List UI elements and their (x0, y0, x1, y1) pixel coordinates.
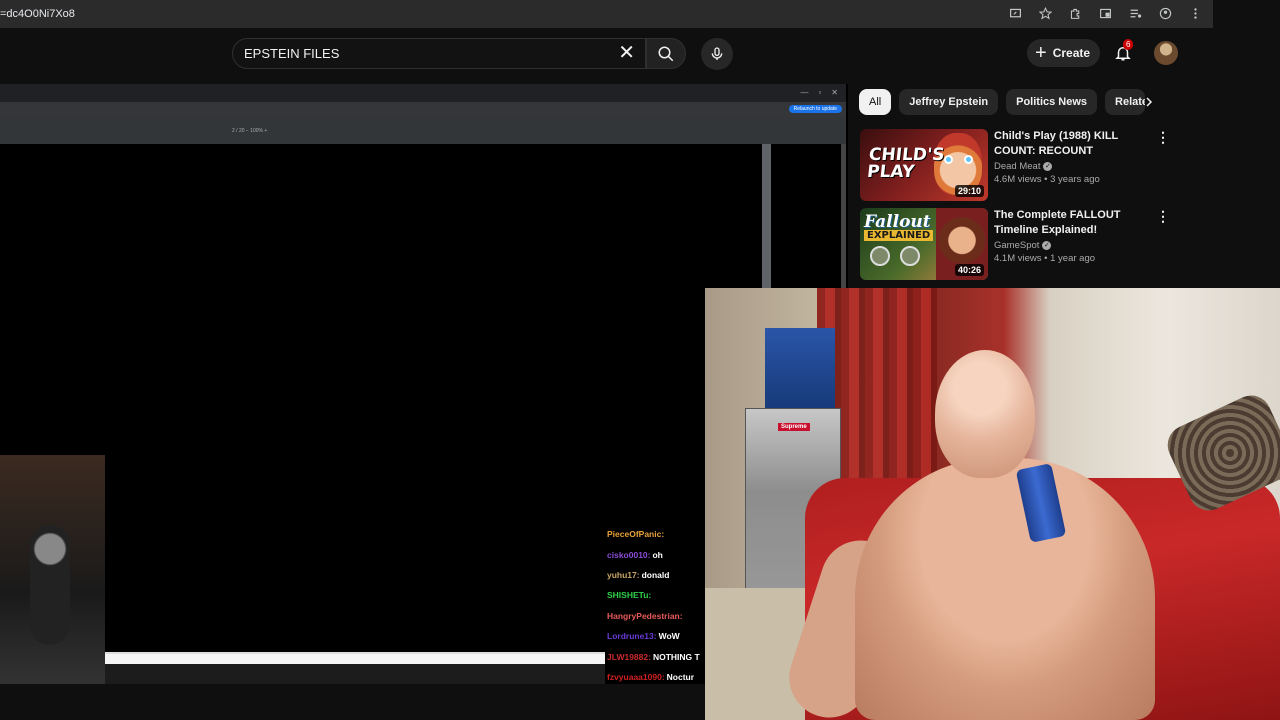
video-stats: 4.6M views • 3 years ago (994, 174, 1100, 185)
verified-check-icon: ✓ (1043, 162, 1053, 171)
pdf-page-dark (771, 144, 846, 288)
webcam-person-torso (855, 458, 1155, 720)
screen: =dc4O0Ni7Xo8 EPSTEIN FILES ✕ + Create 6 … (0, 0, 1280, 720)
list-item[interactable]: Fallout EXPLAINED 40:26 The Complete FAL… (860, 208, 1180, 282)
chat-username: fzvyuaaa1090: (607, 671, 665, 682)
more-vert-icon[interactable]: ⋮ (1156, 129, 1170, 146)
webcam-person-head (935, 350, 1035, 478)
video-thumbnail[interactable]: CHILD'S PLAY 29:10 (860, 129, 988, 201)
chat-text: WoW (658, 631, 680, 642)
bottom-strip (0, 684, 705, 720)
chat-message: yuhu17: donald (605, 565, 705, 585)
video-stats: 4.1M views • 1 year ago (994, 253, 1096, 264)
microphone-icon (30, 525, 70, 645)
notifications-button[interactable]: 6 (1112, 39, 1134, 64)
verified-check-icon: ✓ (1042, 241, 1052, 250)
chat-message: Lordrune13: WoW (605, 626, 705, 646)
close-icon[interactable]: ✕ (618, 43, 635, 63)
video-meta: The Complete FALLOUT Timeline Explained!… (994, 208, 1154, 264)
chat-text: Noctur (666, 671, 695, 682)
video-thumbnail[interactable]: Fallout EXPLAINED 40:26 (860, 208, 988, 280)
chip-jeffrey-epstein[interactable]: Jeffrey Epstein (899, 89, 999, 115)
create-label: Create (1052, 46, 1091, 60)
plus-icon: + (1035, 42, 1047, 64)
search-query[interactable]: EPSTEIN FILES (233, 46, 339, 61)
voice-search-button[interactable] (701, 38, 733, 70)
search-input[interactable]: EPSTEIN FILES ✕ (232, 38, 646, 69)
video-title[interactable]: Child's Play (1988) KILL COUNT: RECOUNT (994, 129, 1154, 159)
chat-username: JLW19882: (607, 651, 651, 662)
thumbnail-title-text: Fallout (864, 212, 931, 232)
browser-address-bar[interactable]: =dc4O0Ni7Xo8 (0, 0, 1213, 28)
media-control-icon[interactable] (1127, 5, 1143, 21)
avatar[interactable] (1154, 41, 1178, 65)
browser-menu-icon[interactable] (1187, 5, 1203, 21)
thumbnail-orb (870, 246, 890, 266)
pdf-toolbar: 2 / 20 − 100% + (0, 118, 846, 144)
chat-message: cisko0010: oh (605, 544, 705, 564)
create-button[interactable]: + Create (1027, 39, 1100, 67)
chat-username: Lordrune13: (607, 631, 657, 642)
captured-window-titlebar: — ▫ ✕ (0, 84, 846, 102)
chat-message: SHISHETu: (605, 585, 705, 605)
stream-bar-shadow (105, 664, 605, 684)
chat-text: oh (652, 549, 663, 560)
mic-icon (711, 47, 723, 60)
extensions-icon[interactable] (1067, 5, 1083, 21)
list-item[interactable]: CHILD'S PLAY 29:10 Child's Play (1988) K… (860, 129, 1180, 203)
channel-row: GameSpot ✓ (994, 240, 1154, 251)
video-duration: 29:10 (954, 185, 984, 197)
channel-name[interactable]: Dead Meat (994, 161, 1040, 172)
search-button[interactable] (646, 38, 686, 69)
bookmark-star-icon[interactable] (1037, 5, 1053, 21)
chat-text: NOTHING T (652, 651, 700, 662)
chevron-right-icon[interactable] (1140, 93, 1158, 111)
chat-message: fzvyuaaa1090: Noctur (605, 667, 705, 684)
chat-text: donald (641, 569, 670, 580)
chat-username: HangryPedestrian: (607, 610, 683, 621)
stream-progress-bar (105, 652, 605, 664)
chat-username: yuhu17: (607, 569, 640, 580)
filter-chips: All Jeffrey Epstein Politics News Relate (859, 89, 1146, 115)
thumbnail-subtitle-text: EXPLAINED (864, 230, 934, 241)
chat-username: cisko0010: (607, 549, 651, 560)
pdf-page-info: 2 / 20 − 100% + (232, 128, 268, 134)
thumbnail-orb (900, 246, 920, 266)
fridge-sticker: Supreme (778, 423, 810, 431)
more-vert-icon[interactable]: ⋮ (1156, 208, 1170, 225)
window-controls: — ▫ ✕ (800, 88, 838, 97)
chat-username: SHISHETu: (607, 590, 652, 601)
relaunch-pill: Relaunch to update (788, 105, 842, 113)
profile-icon[interactable] (1157, 5, 1173, 21)
chat-message: PieceOfPanic: (605, 524, 705, 544)
page-margin (1213, 0, 1280, 288)
cast-icon[interactable] (1007, 5, 1023, 21)
search-icon (658, 46, 674, 61)
webcam-box (765, 328, 835, 408)
split-screen-icon[interactable] (1097, 5, 1113, 21)
video-title[interactable]: The Complete FALLOUT Timeline Explained! (994, 208, 1154, 238)
chip-politics-news[interactable]: Politics News (1006, 89, 1098, 115)
browser-toolbar-icons (1007, 5, 1203, 21)
chat-username: PieceOfPanic: (607, 529, 665, 540)
url-text[interactable]: =dc4O0Ni7Xo8 (0, 8, 75, 20)
chat-message: JLW19882: NOTHING T (605, 646, 705, 666)
video-duration: 40:26 (954, 264, 984, 276)
webcam-overlay: Supreme (705, 288, 1280, 720)
chip-all[interactable]: All (859, 89, 892, 115)
streamer-camera (0, 455, 105, 685)
channel-name[interactable]: GameSpot (994, 240, 1039, 251)
chat-message: HangryPedestrian: (605, 606, 705, 626)
thumbnail-title-text: CHILD'S PLAY (866, 145, 946, 182)
captured-address-bar: Relaunch to update (0, 102, 846, 118)
video-meta: Child's Play (1988) KILL COUNT: RECOUNT … (994, 129, 1154, 185)
channel-row: Dead Meat ✓ (994, 161, 1154, 172)
chat-overlay: PieceOfPanic: cisko0010: oh yuhu17: donald SH… (605, 524, 705, 684)
youtube-masthead: EPSTEIN FILES ✕ + Create 6 (0, 28, 1213, 84)
pdf-scrollbar (841, 144, 846, 288)
